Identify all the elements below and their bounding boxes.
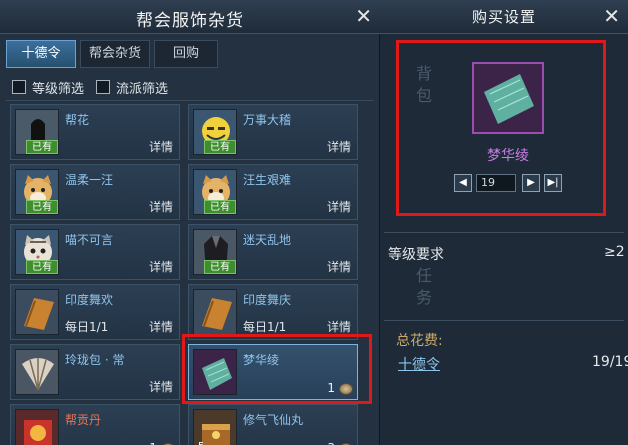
item-name: 帮贡丹 [65,413,102,427]
purchase-settings-panel: 购买设置 ✕ 背 包 任 务 梦华绫 ◀ 19 ▶ ▶| 等级要求 ≥2 总花费… [380,0,628,445]
owned-badge: 已有 [204,140,236,154]
shop-item[interactable]: 已有 汪生艰难 详情 [188,164,358,220]
background-text: 务 [416,288,433,307]
shop-item[interactable]: 帮贡丹 1 [10,404,180,445]
item-name: 印度舞庆 [243,293,292,307]
level-filter-checkbox[interactable] [12,80,26,94]
dark-robe-icon: 已有 [193,229,237,275]
level-requirement-label: 等级要求 [388,247,444,263]
divider [384,232,624,233]
book-icon [193,289,237,335]
tab-buyback[interactable]: 回购 [154,40,218,68]
shiba-dog-icon: 已有 [15,169,59,215]
background-text: 任 [416,266,433,285]
shop-item[interactable]: 5 修气飞仙丸 3 [188,404,358,445]
item-price: 3 [327,441,335,445]
pill-box-icon [15,409,59,445]
shop-item[interactable]: 印度舞庆 每日1/1 详情 [188,284,358,340]
tab-guild-goods[interactable]: 帮会杂货 [80,40,150,68]
details-link[interactable]: 详情 [149,258,173,275]
item-price: 1 [149,441,157,445]
details-link[interactable]: 详情 [149,318,173,335]
purchase-settings-titlebar: 购买设置 ✕ [380,0,628,34]
divider [384,320,624,321]
shop-item[interactable]: 已有 喵不可言 详情 [10,224,180,280]
item-name: 印度舞欢 [65,293,114,307]
close-icon[interactable]: ✕ [355,4,372,28]
guild-shop-titlebar: 帮会服饰杂货 ✕ [0,0,380,34]
book-icon [15,289,59,335]
black-statue-icon: 已有 [15,109,59,155]
grinning-face-icon: 已有 [193,109,237,155]
total-cost-label: 总花费: [396,333,443,349]
item-name: 汪生艰难 [243,173,292,187]
total-cost-value: 19/19 [592,354,628,370]
details-link[interactable]: 详情 [327,258,351,275]
daily-limit: 每日1/1 [243,320,287,334]
item-name: 迷天乱地 [243,233,292,247]
shiba-dog-icon: 已有 [193,169,237,215]
item-name: 修气飞仙丸 [243,413,304,427]
shop-item[interactable]: 已有 帮花 详情 [10,104,180,160]
daily-limit: 每日1/1 [65,320,109,334]
shop-item[interactable]: 已有 迷天乱地 详情 [188,224,358,280]
purchase-settings-title: 购买设置 [471,8,536,26]
details-link[interactable]: 详情 [149,138,173,155]
item-name: 帮花 [65,113,90,127]
game-shop-window: 帮会服饰杂货 ✕ 十德令 帮会杂货 回购 等级筛选 流派筛选 已有 帮花 详情 [0,0,628,445]
owned-badge: 已有 [26,260,58,274]
cat-face-icon: 已有 [15,229,59,275]
item-name: 玲珑包 · 常 [65,353,125,367]
guild-shop-title: 帮会服饰杂货 [136,11,244,31]
owned-badge: 已有 [26,140,58,154]
item-name: 温柔一汪 [65,173,114,187]
details-link[interactable]: 详情 [327,198,351,215]
shop-item[interactable]: 已有 温柔一汪 详情 [10,164,180,220]
highlight-box [182,334,372,404]
owned-badge: 已有 [26,200,58,214]
divider [6,100,374,101]
shop-item[interactable]: 印度舞欢 每日1/1 详情 [10,284,180,340]
details-link[interactable]: 详情 [149,198,173,215]
shop-item[interactable]: 已有 万事大稽 详情 [188,104,358,160]
currency-link[interactable]: 十德令 [398,354,440,374]
item-name: 万事大稽 [243,113,292,127]
highlight-box [396,40,606,216]
owned-badge: 已有 [204,200,236,214]
level-filter-label: 等级筛选 [32,82,85,97]
item-name: 喵不可言 [65,233,114,247]
details-link[interactable]: 详情 [327,138,351,155]
school-filter-label: 流派筛选 [116,82,169,97]
treasure-chest-icon: 5 [193,409,237,445]
school-filter-checkbox[interactable] [96,80,110,94]
details-link[interactable]: 详情 [149,378,173,395]
shop-item[interactable]: 玲珑包 · 常 详情 [10,344,180,400]
stack-count: 5 [198,441,204,445]
owned-badge: 已有 [204,260,236,274]
tab-shide-ling[interactable]: 十德令 [6,40,76,68]
close-icon[interactable]: ✕ [603,4,620,28]
details-link[interactable]: 详情 [327,318,351,335]
guild-shop-panel: 帮会服饰杂货 ✕ 十德令 帮会杂货 回购 等级筛选 流派筛选 已有 帮花 详情 [0,0,380,445]
fan-icon [15,349,59,395]
level-requirement-value: ≥2 [604,244,625,260]
